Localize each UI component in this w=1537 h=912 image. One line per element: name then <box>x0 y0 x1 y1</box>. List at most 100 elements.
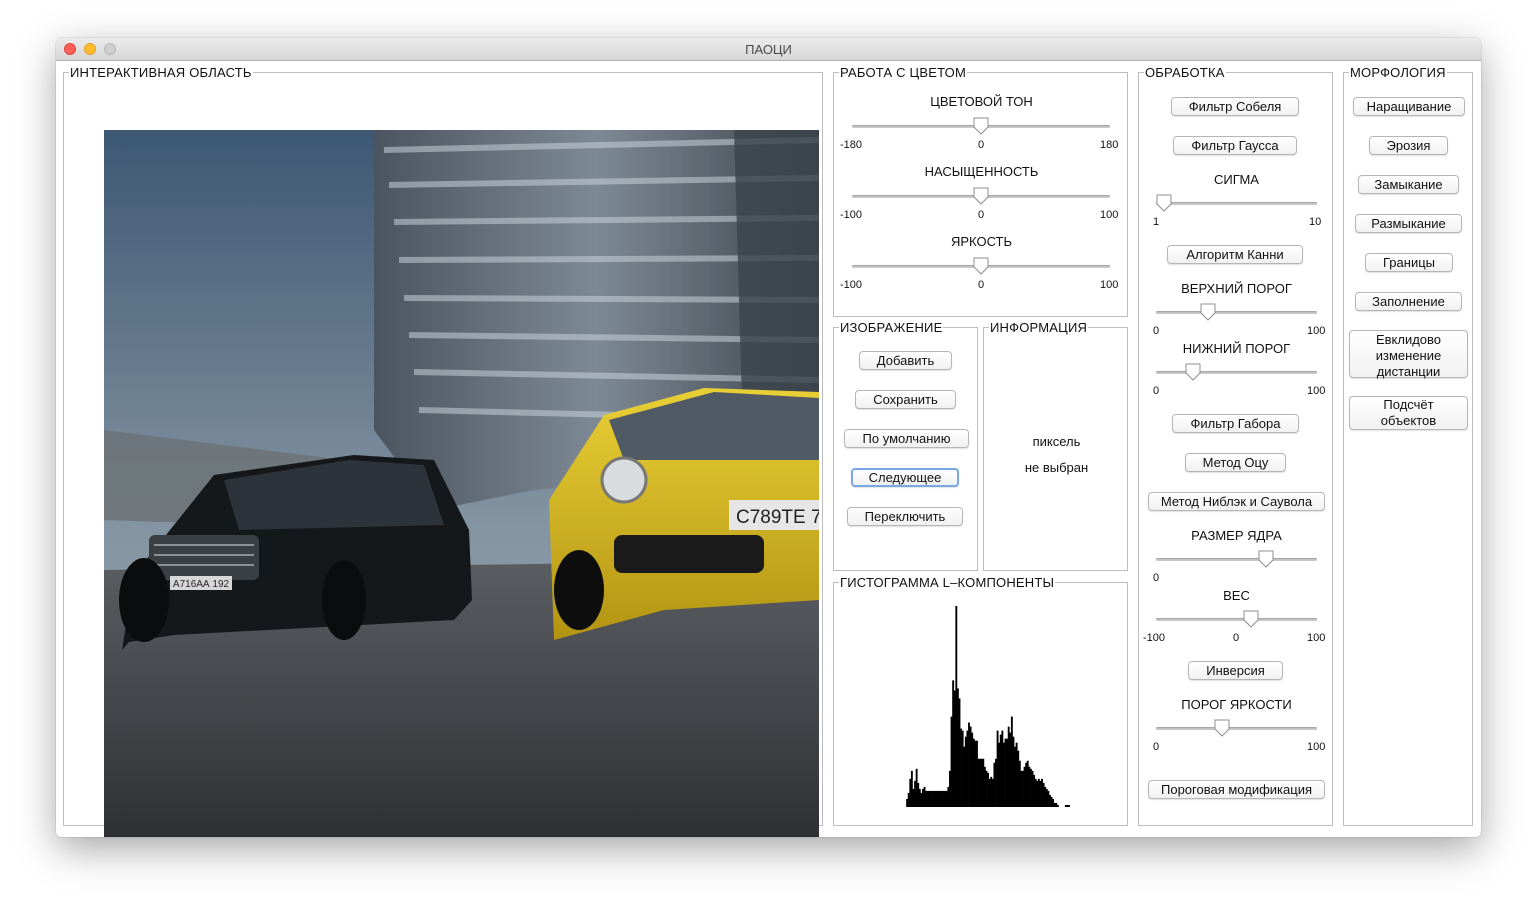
save-button[interactable]: Сохранить <box>855 390 956 409</box>
brightness-slider-thumb[interactable] <box>973 257 989 275</box>
next-button[interactable]: Следующее <box>851 468 959 487</box>
upper-threshold-min: 0 <box>1153 325 1160 337</box>
otsu-button[interactable]: Метод Оцу <box>1185 453 1286 472</box>
lower-threshold-min: 0 <box>1153 385 1160 397</box>
borders-button[interactable]: Границы <box>1365 253 1453 272</box>
lower-threshold-max: 100 <box>1307 385 1326 397</box>
hue-slider-thumb[interactable] <box>973 117 989 135</box>
niblack-sauvola-button[interactable]: Метод Ниблэк и Саувола <box>1148 492 1325 511</box>
hue-slider[interactable] <box>852 117 1110 137</box>
kernel-size-min: 0 <box>1153 572 1160 584</box>
brightness-threshold-label: ПОРОГ ЯРКОСТИ <box>1181 697 1292 712</box>
right-license-plate: С789ТЕ 7 <box>736 507 819 528</box>
euclidean-distance-button[interactable]: Евклидово изменение дистанции <box>1349 330 1468 379</box>
sigma-slider[interactable] <box>1156 194 1317 214</box>
sigma-label: СИГМА <box>1214 172 1259 187</box>
weight-slider-thumb[interactable] <box>1243 610 1259 628</box>
hue-max: 180 <box>1100 139 1119 151</box>
brightness-threshold-slider-thumb[interactable] <box>1214 719 1230 737</box>
count-objects-button[interactable]: Подсчёт объектов <box>1349 396 1468 430</box>
euclidean-distance-line-2: изменение <box>1375 348 1442 363</box>
histogram-panel: ГИСТОГРАММА L–КОМПОНЕНТЫ <box>833 576 1128 826</box>
brightness-threshold-slider-track[interactable] <box>1156 727 1317 730</box>
kernel-size-slider-track[interactable] <box>1156 558 1317 561</box>
lower-threshold-slider[interactable] <box>1156 363 1317 383</box>
brightness-mid: 0 <box>978 279 985 291</box>
interactive-image[interactable]: А716АА 192 С789ТЕ 7 <box>104 130 819 837</box>
switch-button[interactable]: Переключить <box>847 507 963 526</box>
sigma-max: 10 <box>1309 216 1322 228</box>
interactive-area-title: ИНТЕРАКТИВНАЯ ОБЛАСТЬ <box>69 65 253 80</box>
upper-threshold-slider-track[interactable] <box>1156 311 1317 314</box>
sigma-min: 1 <box>1153 216 1160 228</box>
threshold-modification-button[interactable]: Пороговая модификация <box>1148 780 1325 799</box>
saturation-max: 100 <box>1100 209 1119 221</box>
upper-threshold-slider-thumb[interactable] <box>1200 303 1216 321</box>
gauss-button[interactable]: Фильтр Гаусса <box>1173 136 1297 155</box>
info-line-2: не выбран <box>1024 460 1089 475</box>
sigma-slider-thumb[interactable] <box>1156 194 1172 212</box>
euclidean-distance-line-1: Евклидово <box>1375 332 1442 347</box>
hue-label: ЦВЕТОВОЙ ТОН <box>930 94 1033 109</box>
fill-button[interactable]: Заполнение <box>1355 292 1462 311</box>
title-bar[interactable]: ПАОЦИ <box>56 38 1481 61</box>
count-objects-line-1: Подсчёт <box>1383 397 1434 412</box>
saturation-slider[interactable] <box>852 187 1110 207</box>
saturation-slider-thumb[interactable] <box>973 187 989 205</box>
saturation-min: -100 <box>840 209 863 221</box>
kernel-size-slider-thumb[interactable] <box>1258 550 1274 568</box>
saturation-mid: 0 <box>978 209 985 221</box>
brightness-slider[interactable] <box>852 257 1110 277</box>
inversion-button[interactable]: Инверсия <box>1188 661 1283 680</box>
histogram-chart <box>906 606 1070 807</box>
weight-max: 100 <box>1307 632 1326 644</box>
upper-threshold-max: 100 <box>1307 325 1326 337</box>
histogram-panel-title: ГИСТОГРАММА L–КОМПОНЕНТЫ <box>839 575 1056 590</box>
hue-mid: 0 <box>978 139 985 151</box>
processing-panel: ОБРАБОТКА Фильтр Собеля Фильтр Гаусса СИ… <box>1138 66 1333 826</box>
processing-panel-title: ОБРАБОТКА <box>1144 65 1226 80</box>
weight-mid: 0 <box>1233 632 1240 644</box>
upper-threshold-slider[interactable] <box>1156 303 1317 323</box>
brightness-threshold-slider[interactable] <box>1156 719 1317 739</box>
info-panel: ИНФОРМАЦИЯ пиксель не выбран <box>983 321 1128 571</box>
dilate-button[interactable]: Наращивание <box>1353 97 1465 116</box>
morphology-panel: МОРФОЛОГИЯ Наращивание Эрозия Замыкание … <box>1343 66 1473 826</box>
brightness-max: 100 <box>1100 279 1119 291</box>
image-panel: ИЗОБРАЖЕНИЕ Добавить Сохранить По умолча… <box>833 321 978 571</box>
sobel-button[interactable]: Фильтр Собеля <box>1171 97 1299 116</box>
color-panel-title: РАБОТА С ЦВЕТОМ <box>839 65 968 80</box>
info-panel-title: ИНФОРМАЦИЯ <box>989 320 1089 335</box>
lower-threshold-label: НИЖНИЙ ПОРОГ <box>1182 341 1291 356</box>
brightness-threshold-max: 100 <box>1307 741 1326 753</box>
app-window: ПАОЦИ ИНТЕРАКТИВНАЯ ОБЛАСТЬ А716АА 192 С… <box>56 38 1481 837</box>
open-morph-button[interactable]: Размыкание <box>1355 214 1462 233</box>
gabor-button[interactable]: Фильтр Габора <box>1172 414 1299 433</box>
saturation-label: НАСЫЩЕННОСТЬ <box>924 164 1039 179</box>
kernel-size-slider[interactable] <box>1156 550 1317 570</box>
add-button[interactable]: Добавить <box>859 351 952 370</box>
canny-button[interactable]: Алгоритм Канни <box>1167 245 1303 264</box>
lower-threshold-slider-thumb[interactable] <box>1185 363 1201 381</box>
window-title: ПАОЦИ <box>745 42 792 57</box>
weight-label: ВЕС <box>1223 588 1250 603</box>
erode-button[interactable]: Эрозия <box>1369 136 1448 155</box>
count-objects-line-2: объектов <box>1380 413 1437 428</box>
lower-threshold-slider-track[interactable] <box>1156 371 1317 374</box>
image-panel-title: ИЗОБРАЖЕНИЕ <box>839 320 944 335</box>
interactive-area-panel: ИНТЕРАКТИВНАЯ ОБЛАСТЬ А716АА 192 С789ТЕ … <box>63 66 823 837</box>
kernel-size-label: РАЗМЕР ЯДРА <box>1191 528 1282 543</box>
info-line-1: пиксель <box>1032 434 1081 449</box>
color-panel: РАБОТА С ЦВЕТОМ ЦВЕТОВОЙ ТОН -180 0 180 … <box>833 66 1128 317</box>
weight-slider-track[interactable] <box>1156 618 1317 621</box>
brightness-threshold-min: 0 <box>1153 741 1160 753</box>
default-button[interactable]: По умолчанию <box>844 429 969 448</box>
hue-min: -180 <box>840 139 863 151</box>
close-morph-button[interactable]: Замыкание <box>1358 175 1459 194</box>
left-license-plate: А716АА 192 <box>173 579 230 590</box>
weight-slider[interactable] <box>1156 610 1317 630</box>
histogram-bar <box>1068 804 1070 807</box>
sigma-slider-track[interactable] <box>1156 202 1317 205</box>
brightness-min: -100 <box>840 279 863 291</box>
euclidean-distance-line-3: дистанции <box>1376 364 1441 379</box>
